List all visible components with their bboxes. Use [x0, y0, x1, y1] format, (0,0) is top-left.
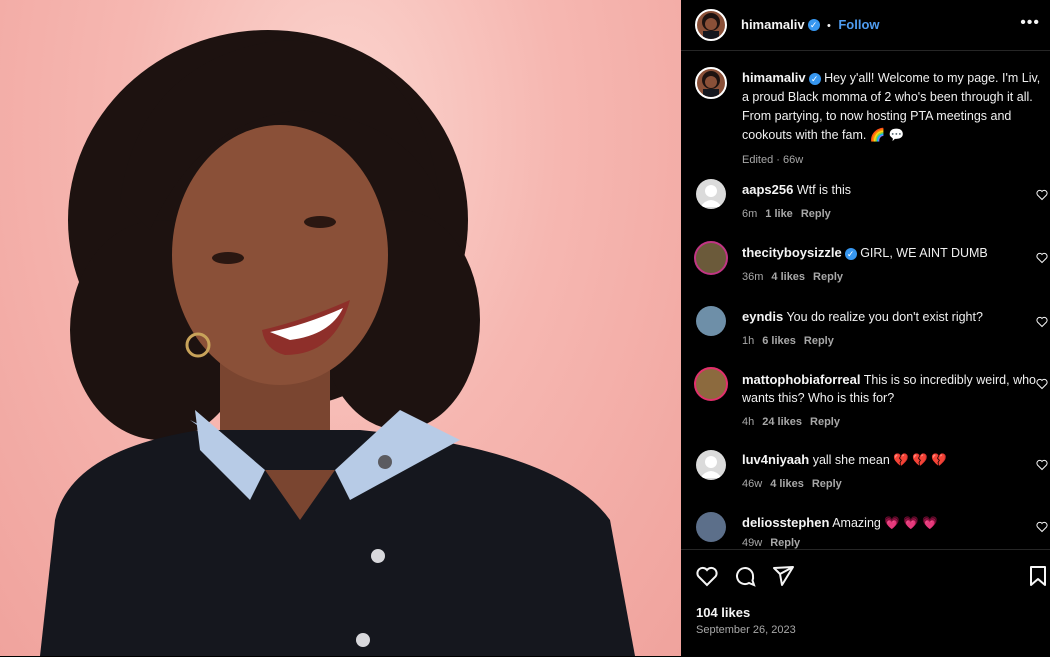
- comment-time: 49w: [742, 537, 763, 549]
- comment-avatar[interactable]: [696, 179, 726, 209]
- reply-button[interactable]: Reply: [801, 208, 831, 220]
- caption-avatar[interactable]: [695, 67, 727, 99]
- comment-username[interactable]: mattophobiaforreal: [742, 372, 860, 387]
- comment-likes[interactable]: 4 likes: [771, 271, 805, 283]
- heart-icon[interactable]: [1036, 378, 1048, 390]
- comment-text: GIRL, WE AINT DUMB: [860, 246, 988, 260]
- follow-button[interactable]: Follow: [838, 17, 879, 32]
- portrait-illustration: [40, 30, 635, 656]
- reply-button[interactable]: Reply: [813, 271, 843, 283]
- comment-text: You do realize you don't exist right?: [786, 310, 983, 324]
- comment-item: luv4niyaah yall she mean 💔 💔 💔 46w 4 like…: [742, 451, 1042, 493]
- comment-time: 4h: [742, 416, 755, 428]
- verified-icon: ✓: [844, 247, 857, 260]
- comment-icon[interactable]: [733, 564, 757, 588]
- reply-button[interactable]: Reply: [804, 335, 834, 347]
- author-avatar[interactable]: [695, 9, 727, 41]
- heart-icon[interactable]: [1036, 189, 1048, 201]
- comment-item: deliosstephen Amazing 💗 💗 💗 49w Reply: [742, 514, 1042, 552]
- action-bar: 104 likes September 26, 2023: [681, 549, 1050, 657]
- heart-icon[interactable]: [1036, 521, 1048, 533]
- post-header: himamaliv ✓ • Follow •••: [681, 0, 1050, 51]
- comment-avatar[interactable]: [694, 241, 728, 275]
- comment-time: 6m: [742, 208, 758, 220]
- comment-likes[interactable]: 6 likes: [762, 335, 796, 347]
- reply-button[interactable]: Reply: [812, 478, 842, 490]
- header-user: himamaliv ✓ • Follow: [741, 16, 880, 34]
- comment-time: 46w: [742, 478, 763, 490]
- comment-likes[interactable]: 1 like: [765, 208, 793, 220]
- reply-button[interactable]: Reply: [770, 537, 800, 549]
- like-heart-icon[interactable]: [695, 564, 719, 588]
- heart-icon[interactable]: [1036, 459, 1048, 471]
- separator: •: [827, 20, 831, 32]
- comment-likes[interactable]: 24 likes: [762, 416, 802, 428]
- comment-avatar[interactable]: [696, 306, 726, 336]
- post-photo[interactable]: [0, 0, 681, 656]
- comment-item: eyndis You do realize you don't exist ri…: [742, 308, 1042, 350]
- comment-avatar[interactable]: [694, 367, 728, 401]
- author-username[interactable]: himamaliv: [741, 17, 805, 32]
- share-icon[interactable]: [771, 564, 795, 588]
- comment-time: 36m: [742, 271, 764, 283]
- comment-username[interactable]: deliosstephen: [742, 515, 829, 530]
- comment-username[interactable]: thecityboysizzle: [742, 245, 842, 260]
- likes-count[interactable]: 104 likes: [696, 605, 750, 620]
- comment-item: thecityboysizzle ✓ GIRL, WE AINT DUMB 36m…: [742, 244, 1042, 286]
- verified-icon: ✓: [807, 18, 820, 31]
- comment-text: Wtf is this: [796, 183, 851, 197]
- more-icon[interactable]: •••: [1020, 14, 1040, 32]
- comment-username[interactable]: eyndis: [742, 309, 783, 324]
- comment-avatar[interactable]: [696, 512, 726, 542]
- comment-item: mattophobiaforreal This is so incredibly…: [742, 371, 1042, 431]
- post-sidebar: himamaliv ✓ • Follow ••• himamaliv ✓ Hey y…: [681, 0, 1050, 656]
- comment-item: aaps256 Wtf is this 6m 1 like Reply: [742, 181, 1042, 223]
- reply-button[interactable]: Reply: [810, 416, 840, 428]
- heart-icon[interactable]: [1036, 252, 1048, 264]
- comment-username[interactable]: aaps256: [742, 182, 793, 197]
- comment-username[interactable]: luv4niyaah: [742, 452, 809, 467]
- post-caption: himamaliv ✓ Hey y'all! Welcome to my page…: [742, 68, 1042, 170]
- bookmark-icon[interactable]: [1026, 564, 1050, 588]
- heart-icon[interactable]: [1036, 316, 1048, 328]
- comment-avatar[interactable]: [696, 450, 726, 480]
- comment-likes[interactable]: 4 likes: [770, 478, 804, 490]
- comment-text: yall she mean 💔 💔 💔: [812, 453, 947, 467]
- post-date: September 26, 2023: [696, 624, 796, 636]
- comment-time: 1h: [742, 335, 755, 347]
- verified-icon: ✓: [808, 72, 821, 85]
- comment-text: Amazing 💗 💗 💗: [832, 516, 938, 530]
- caption-meta: Edited · 66w: [742, 154, 804, 166]
- caption-username[interactable]: himamaliv: [742, 70, 806, 85]
